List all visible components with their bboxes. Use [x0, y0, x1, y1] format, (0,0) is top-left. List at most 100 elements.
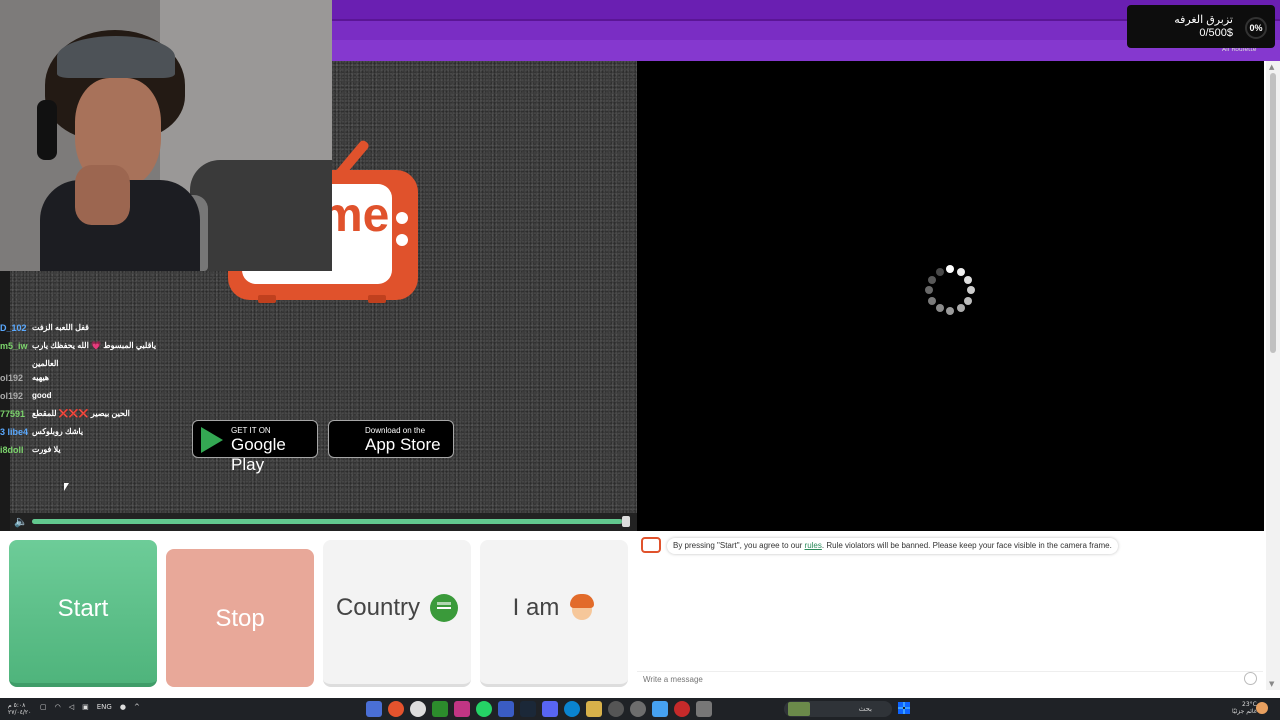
obs-icon[interactable]	[630, 701, 646, 717]
whatsapp-icon[interactable]	[476, 701, 492, 717]
mouse-cursor-icon	[64, 483, 69, 491]
edge-icon[interactable]	[564, 701, 580, 717]
chat-message-text: ياقلبي المبسوط 💗 الله يحفظك يارب	[32, 341, 157, 350]
system-tray: ▢ ◠ ◁ ▣ ENG ● ^	[40, 703, 140, 711]
chat-username: ol192	[0, 391, 24, 401]
chat-message: 77591 الحين بيصير ❌❌❌ للمقطع	[0, 407, 190, 425]
donation-goal-widget: تزبرق الغرفه 0/500$ 0%	[1127, 5, 1275, 48]
volume-slider[interactable]	[32, 519, 628, 524]
chat-message-text: ياشك روبلوكس	[32, 427, 84, 436]
google-play-small-text: GET IT ON	[231, 426, 271, 435]
headphones	[37, 100, 57, 160]
tray-chevron-icon[interactable]: ^	[134, 703, 140, 711]
volume-slider-fill	[32, 519, 623, 524]
stop-button-label: Stop	[215, 605, 265, 632]
chat-message-text: هيهيه	[32, 373, 50, 382]
volume-bar: 🔈	[10, 513, 637, 531]
streamer-hand	[75, 165, 130, 225]
wifi-icon[interactable]: ◠	[55, 703, 61, 711]
app-icon[interactable]	[674, 701, 690, 717]
loading-spinner-icon	[922, 262, 978, 318]
spinner-dot	[946, 307, 954, 315]
weather-icon	[1256, 702, 1268, 714]
donation-title: تزبرق الغرفه	[1174, 14, 1233, 26]
saudi-flag-icon	[430, 594, 459, 622]
volume-icon[interactable]: 🔈	[14, 515, 28, 528]
spinner-dot	[956, 267, 965, 276]
firefox-icon[interactable]	[388, 701, 404, 717]
spinner-dot	[935, 267, 944, 276]
screen: All Roulette تزبرق الغرفه 0/500$ 0% me G…	[0, 0, 1280, 720]
speaker-icon[interactable]: ◁	[69, 703, 74, 711]
app-store-badge[interactable]: Download on the App Store	[328, 420, 454, 458]
start-button[interactable]: Start	[9, 540, 157, 687]
tv-knob-icon	[396, 234, 408, 246]
country-button-label: Country	[335, 594, 421, 621]
donation-amount: 0/500$	[1199, 27, 1233, 39]
tray-icon[interactable]: ▣	[82, 703, 89, 711]
message-input[interactable]	[637, 671, 1263, 687]
boy-face-icon	[569, 594, 595, 622]
google-play-big-text: Google Play	[231, 435, 286, 474]
weather-widget[interactable]: 23°C غائم جزئيًا	[1232, 701, 1257, 715]
scroll-down-icon[interactable]: ▼	[1269, 680, 1274, 688]
chat-message-text: الحين بيصير ❌❌❌ للمقطع	[32, 409, 130, 418]
scroll-up-icon[interactable]: ▲	[1269, 63, 1274, 71]
language-indicator[interactable]: ENG	[97, 703, 112, 711]
tv-knob-icon	[396, 212, 408, 224]
instagram-icon[interactable]	[454, 701, 470, 717]
country-button[interactable]: Country	[323, 540, 471, 687]
chat-username: ol192	[0, 373, 24, 383]
chrome-icon[interactable]	[410, 701, 426, 717]
google-play-badge[interactable]: GET IT ON Google Play	[192, 420, 318, 474]
chat-message-text: good	[32, 391, 52, 400]
app-icon[interactable]	[652, 701, 668, 717]
spinner-dot	[967, 286, 975, 294]
tv-foot	[368, 295, 386, 303]
chat-message: m5_iw ياقلبي المبسوط 💗 الله يحفظك يارب	[0, 339, 190, 357]
mic-icon[interactable]: ●	[120, 703, 126, 711]
gender-button[interactable]: I am	[480, 540, 628, 687]
stop-button[interactable]: Stop	[166, 549, 314, 687]
windows-start-icon[interactable]	[898, 702, 910, 714]
clock-date: ٢٧/٠٤/٢٠	[8, 709, 32, 716]
weather-temp: 23°C	[1242, 701, 1257, 708]
page-scrollbar[interactable]: ▲ ▼	[1266, 61, 1280, 690]
notification-icon[interactable]: ▢	[40, 703, 47, 711]
chat-username: m5_iw	[0, 341, 28, 351]
app-icon[interactable]	[696, 701, 712, 717]
rules-link[interactable]: rules	[805, 541, 822, 550]
file-explorer-icon[interactable]	[586, 701, 602, 717]
spinner-dot	[925, 286, 933, 294]
chat-message-text: العالمين	[32, 359, 59, 368]
chat-message: i8doll يلا فورت	[0, 443, 190, 461]
chat-message-text: يلا فورت	[32, 445, 61, 454]
search-highlight-icon	[788, 702, 810, 716]
donation-percent: 0%	[1245, 17, 1267, 39]
weather-desc: غائم جزئيًا	[1232, 708, 1257, 715]
app-icon[interactable]	[366, 701, 382, 717]
spinner-dot	[964, 296, 973, 305]
chat-username: 3 libe4	[0, 427, 29, 437]
scrollbar-thumb[interactable]	[1270, 73, 1276, 353]
discord-icon[interactable]	[542, 701, 558, 717]
chat-message-text: قفل اللعبه الزفت	[32, 323, 89, 332]
stream-chat-overlay: D_102 قفل اللعبه الزفت m5_iw ياقلبي المبسوط…	[0, 321, 190, 461]
spinner-dot	[927, 296, 936, 305]
start-button-label: Start	[57, 595, 109, 622]
app-icon[interactable]	[498, 701, 514, 717]
xbox-icon[interactable]	[432, 701, 448, 717]
bot-avatar-icon	[641, 537, 661, 553]
steam-icon[interactable]	[520, 701, 536, 717]
chat-message: D_102 قفل اللعبه الزفت	[0, 321, 190, 339]
chat-message: 3 libe4 ياشك روبلوكس	[0, 425, 190, 443]
clock[interactable]: ٥:٠٨ م ٢٧/٠٤/٢٠	[8, 702, 31, 716]
chat-message: ol192 good	[0, 389, 190, 407]
chat-username: D_102	[0, 323, 27, 333]
spinner-dot	[935, 304, 944, 313]
volume-slider-handle[interactable]	[622, 516, 630, 527]
tv-foot	[258, 295, 276, 303]
app-icon[interactable]	[608, 701, 624, 717]
spinner-dot	[927, 275, 936, 284]
emoji-icon[interactable]	[1244, 672, 1257, 685]
